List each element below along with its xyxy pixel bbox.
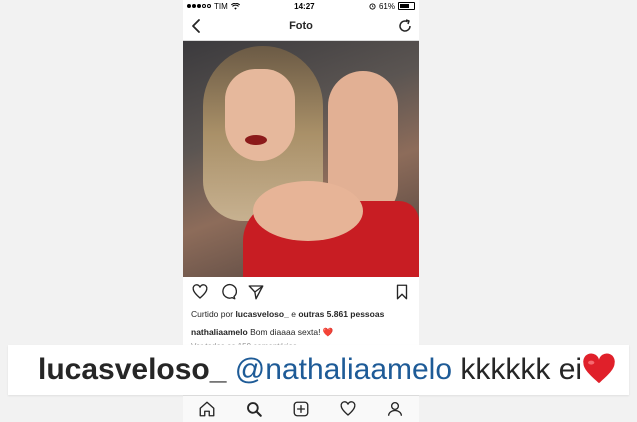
heart-emoji-icon bbox=[583, 353, 615, 384]
signal-strength-icon bbox=[187, 4, 211, 8]
photo-face bbox=[225, 69, 295, 161]
status-left: TIM bbox=[187, 2, 240, 11]
status-time: 14:27 bbox=[294, 1, 315, 11]
search-icon[interactable] bbox=[245, 400, 263, 418]
comment-body: kkkkkk ei bbox=[460, 353, 583, 386]
comment-bubble-icon[interactable] bbox=[219, 283, 237, 301]
like-heart-icon[interactable] bbox=[191, 283, 209, 301]
add-post-icon[interactable] bbox=[292, 400, 310, 418]
nav-bar: Foto bbox=[183, 12, 419, 41]
post-photo[interactable] bbox=[183, 41, 419, 277]
home-icon[interactable] bbox=[198, 400, 216, 418]
battery-percent: 61% bbox=[378, 1, 395, 11]
share-send-icon[interactable] bbox=[247, 283, 265, 301]
highlighted-comment: lucasveloso_ @nathaliaamelo kkkkkk ei bbox=[8, 345, 629, 395]
profile-icon[interactable] bbox=[386, 400, 404, 418]
photo-lips bbox=[245, 135, 267, 145]
comment-username[interactable]: lucasveloso_ bbox=[38, 353, 226, 386]
likes-connector: e bbox=[291, 309, 296, 319]
back-arrow-icon[interactable] bbox=[189, 18, 205, 34]
post-actions bbox=[183, 277, 419, 307]
comment-mention[interactable]: @nathaliaamelo bbox=[235, 353, 452, 386]
bottom-tab-bar bbox=[183, 395, 419, 422]
page-title: Foto bbox=[289, 20, 313, 32]
post-caption: nathaliaamelo Bom diaaaa sexta! ❤️ bbox=[183, 327, 419, 338]
status-bar: TIM 14:27 61% bbox=[183, 0, 419, 12]
likes-summary[interactable]: Curtido por lucasveloso_ e outras 5.861 … bbox=[183, 309, 419, 319]
comment-text-line: lucasveloso_ @nathaliaamelo kkkkkk ei bbox=[8, 353, 616, 387]
likes-others[interactable]: outras 5.861 pessoas bbox=[298, 309, 384, 319]
photo-chest bbox=[253, 181, 363, 241]
bookmark-icon[interactable] bbox=[393, 283, 411, 301]
battery-icon bbox=[397, 2, 415, 10]
refresh-icon[interactable] bbox=[397, 18, 413, 34]
wifi-icon bbox=[230, 2, 240, 10]
carrier-label: TIM bbox=[214, 1, 228, 11]
caption-username[interactable]: nathaliaamelo bbox=[191, 327, 248, 337]
likes-prefix: Curtido por bbox=[191, 309, 234, 319]
alarm-icon bbox=[369, 2, 376, 10]
activity-heart-icon[interactable] bbox=[339, 400, 357, 418]
liked-by-user[interactable]: lucasveloso_ bbox=[235, 309, 288, 319]
caption-text: Bom diaaaa sexta! ❤️ bbox=[250, 327, 334, 337]
battery-fill bbox=[399, 4, 410, 8]
status-right: 61% bbox=[369, 2, 415, 11]
